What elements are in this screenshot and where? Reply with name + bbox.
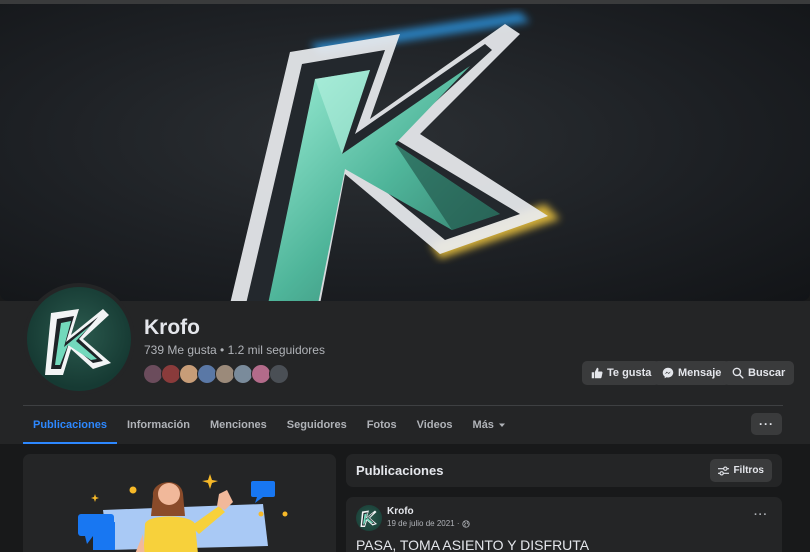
messenger-icon — [662, 367, 674, 379]
friend-avatar[interactable] — [269, 364, 289, 384]
tab-videos[interactable]: Videos — [407, 406, 463, 444]
search-icon — [732, 367, 744, 379]
post-menu-button[interactable]: ··· — [754, 509, 768, 521]
tab-publicaciones[interactable]: Publicaciones — [23, 406, 117, 444]
post-author-avatar[interactable] — [356, 505, 382, 531]
page-tabs: Publicaciones Información Menciones Segu… — [23, 406, 516, 444]
post-author-name[interactable]: Krofo — [387, 506, 414, 517]
post-date[interactable]: 19 de julio de 2021 · — [387, 519, 470, 528]
tab-label: Fotos — [366, 419, 397, 431]
tab-label: Seguidores — [286, 419, 347, 431]
like-button[interactable]: Te gusta — [582, 361, 661, 385]
cover-k-logo — [230, 12, 560, 301]
friend-avatar[interactable] — [251, 364, 271, 384]
post-text: PASA, TOMA ASIENTO Y DISFRUTA — [356, 537, 590, 552]
tab-informacion[interactable]: Información — [117, 406, 200, 444]
publications-header: Publicaciones Filtros — [346, 454, 782, 487]
search-button-label: Buscar — [748, 367, 786, 379]
tab-label: Publicaciones — [33, 419, 107, 431]
cover-photo[interactable] — [0, 4, 810, 301]
globe-icon — [461, 519, 470, 528]
k-logo-icon — [360, 510, 377, 527]
welcome-illustration — [78, 474, 288, 552]
friend-avatars[interactable] — [143, 364, 289, 386]
publications-title: Publicaciones — [356, 463, 444, 478]
friend-avatar[interactable] — [233, 364, 253, 384]
page-name: Krofo — [144, 316, 200, 339]
k-logo-icon — [45, 309, 111, 375]
friend-avatar[interactable] — [143, 364, 163, 384]
tab-label: Menciones — [209, 419, 267, 431]
tab-menciones[interactable]: Menciones — [200, 406, 277, 444]
tab-fotos[interactable]: Fotos — [357, 406, 407, 444]
message-button-label: Mensaje — [678, 367, 722, 379]
intro-card — [23, 454, 336, 552]
friend-avatar[interactable] — [161, 364, 181, 384]
caret-down-icon — [498, 423, 505, 427]
search-button[interactable]: Buscar — [723, 361, 795, 385]
tab-seguidores[interactable]: Seguidores — [277, 406, 357, 444]
tab-label: Más — [472, 419, 494, 431]
tab-mas[interactable]: Más — [463, 406, 516, 444]
friend-avatar[interactable] — [197, 364, 217, 384]
tab-label: Información — [126, 419, 190, 431]
filters-button-label: Filtros — [733, 465, 764, 476]
like-button-label: Te gusta — [607, 367, 652, 379]
more-options-button[interactable]: ··· — [751, 413, 782, 435]
page-avatar[interactable] — [23, 283, 135, 395]
message-button[interactable]: Mensaje — [653, 361, 731, 385]
thumbs-up-icon — [591, 367, 603, 379]
tab-label: Videos — [416, 419, 453, 431]
post-card: Krofo 19 de julio de 2021 · ··· PASA, TO… — [346, 497, 782, 552]
friend-avatar[interactable] — [215, 364, 235, 384]
filters-button[interactable]: Filtros — [710, 459, 772, 482]
sliders-icon — [718, 466, 730, 475]
post-date-text: 19 de julio de 2021 · — [387, 519, 460, 528]
page-stats[interactable]: 739 Me gusta • 1.2 mil seguidores — [144, 343, 325, 357]
friend-avatar[interactable] — [179, 364, 199, 384]
